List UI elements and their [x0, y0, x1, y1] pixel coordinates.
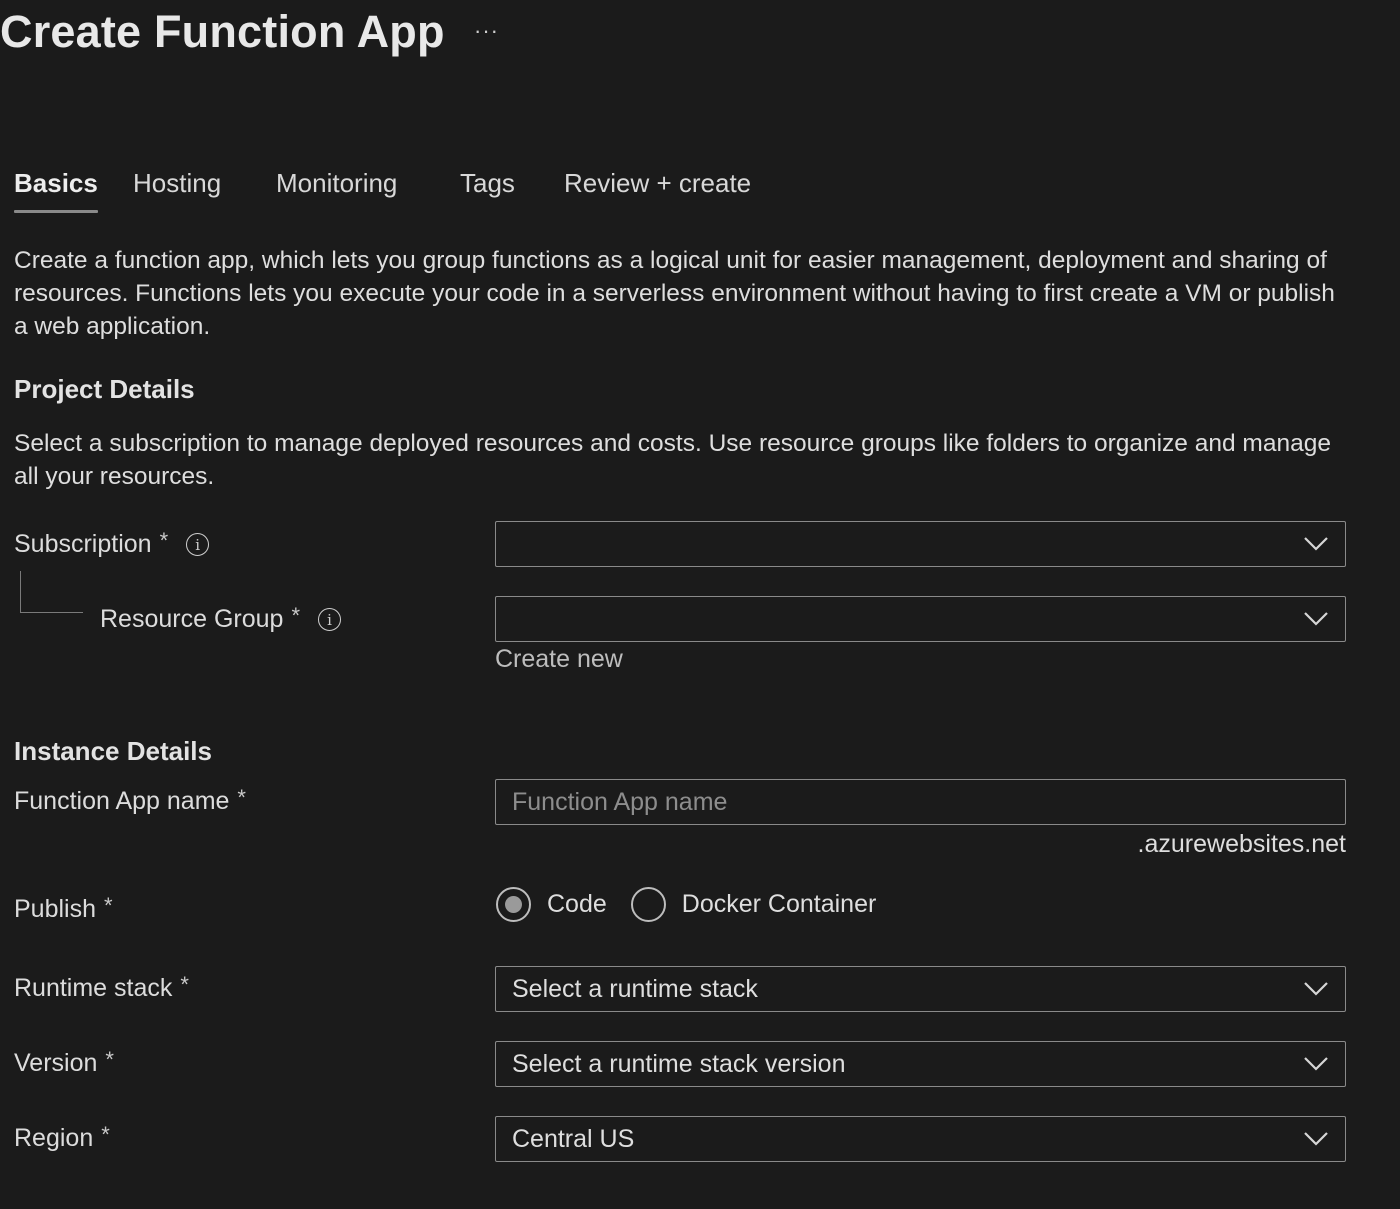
function-app-name-field[interactable]	[495, 779, 1346, 825]
chevron-down-icon	[1304, 537, 1328, 551]
version-value: Select a runtime stack version	[512, 1049, 846, 1078]
required-marker: *	[104, 892, 113, 918]
project-details-description: Select a subscription to manage deployed…	[14, 430, 1331, 490]
more-actions-button[interactable]: ···	[474, 18, 499, 44]
tab-basics[interactable]: Basics	[14, 168, 98, 213]
required-marker: *	[180, 971, 189, 997]
function-app-name-label: Function App name *	[14, 784, 246, 816]
region-label: Region *	[14, 1121, 110, 1153]
chevron-down-icon	[1304, 1132, 1328, 1146]
publish-option-code[interactable]: Code	[496, 886, 607, 922]
project-details-heading: Project Details	[14, 374, 195, 404]
chevron-down-icon	[1304, 612, 1328, 626]
region-dropdown[interactable]: Central US	[495, 1116, 1346, 1162]
function-app-name-input[interactable]	[512, 780, 1345, 824]
function-app-name-label-text: Function App name	[14, 787, 230, 815]
publish-radio-group: Code Docker Container	[496, 884, 900, 924]
resource-group-label-text: Resource Group	[100, 605, 284, 633]
radio-button-selected[interactable]	[496, 886, 531, 922]
radio-dot	[505, 895, 522, 913]
info-icon[interactable]: i	[186, 533, 210, 556]
required-marker: *	[101, 1121, 110, 1147]
required-marker: *	[159, 527, 169, 553]
publish-option-docker[interactable]: Docker Container	[630, 886, 877, 922]
resource-group-dropdown[interactable]	[495, 596, 1346, 642]
version-dropdown[interactable]: Select a runtime stack version	[495, 1041, 1346, 1087]
info-icon[interactable]: i	[318, 608, 341, 631]
runtime-stack-label: Runtime stack *	[14, 971, 189, 1003]
region-label-text: Region	[14, 1124, 94, 1152]
radio-label-docker: Docker Container	[681, 889, 877, 918]
radio-button[interactable]	[630, 886, 666, 922]
runtime-stack-label-text: Runtime stack	[14, 974, 173, 1002]
subscription-label-text: Subscription	[14, 530, 152, 558]
runtime-stack-dropdown[interactable]: Select a runtime stack	[495, 966, 1346, 1012]
region-value: Central US	[512, 1124, 635, 1153]
chevron-down-icon	[1304, 1057, 1328, 1071]
tab-monitoring[interactable]: Monitoring	[276, 168, 397, 213]
page-title: Create Function App	[0, 6, 445, 57]
subscription-label: Subscription * i	[14, 527, 210, 559]
chevron-down-icon	[1304, 982, 1328, 996]
domain-suffix: .azurewebsites.net	[1137, 830, 1346, 858]
tree-connector	[20, 571, 83, 613]
required-marker: *	[291, 602, 300, 628]
runtime-stack-value: Select a runtime stack	[512, 974, 758, 1003]
resource-group-label: Resource Group * i	[100, 602, 341, 634]
version-label-text: Version	[14, 1049, 98, 1077]
tab-hosting[interactable]: Hosting	[133, 168, 221, 213]
tab-tags[interactable]: Tags	[460, 168, 515, 213]
tab-review-create[interactable]: Review + create	[564, 168, 751, 213]
instance-details-heading: Instance Details	[14, 736, 212, 766]
radio-label-code: Code	[547, 889, 607, 918]
create-new-resource-group-link[interactable]: Create new	[495, 645, 623, 674]
subscription-dropdown[interactable]	[495, 521, 1346, 567]
publish-label: Publish *	[14, 892, 113, 924]
publish-label-text: Publish	[14, 895, 96, 923]
version-label: Version *	[14, 1046, 114, 1078]
intro-description: Create a function app, which lets you gr…	[14, 247, 1335, 340]
required-marker: *	[105, 1046, 114, 1072]
create-function-app-page: Create Function App ··· Basics Hosting M…	[0, 0, 1400, 1209]
tab-bar: Basics Hosting Monitoring Tags Review + …	[14, 168, 914, 220]
required-marker: *	[237, 784, 246, 810]
